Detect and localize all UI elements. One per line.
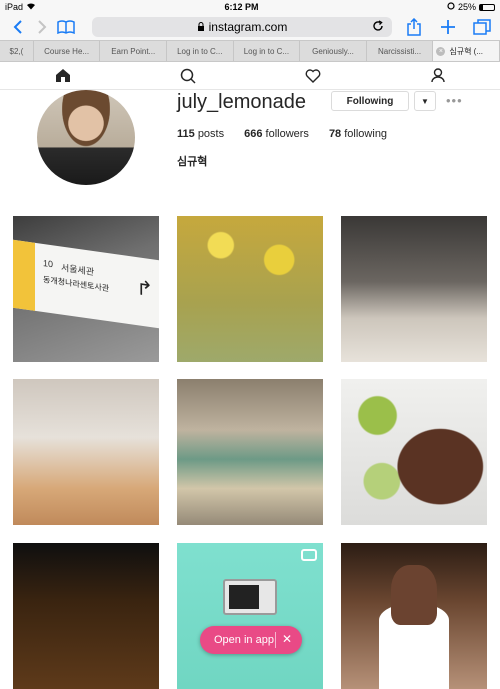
close-tab-icon[interactable]: ×: [436, 46, 446, 56]
divider: [275, 632, 276, 648]
browser-tab[interactable]: Log in to C...: [234, 41, 301, 61]
back-icon[interactable]: [6, 16, 30, 38]
tab-strip: $2,( Course He... Earn Point... Log in t…: [0, 40, 500, 62]
post-thumbnail[interactable]: [341, 543, 487, 689]
post-thumbnail[interactable]: [177, 216, 323, 362]
profile-stats: 115 posts 666 followers 78 following: [177, 128, 407, 140]
instagram-nav: [0, 62, 500, 90]
alarm-icon: [447, 2, 455, 12]
address-bar[interactable]: instagram.com: [92, 17, 392, 37]
share-icon[interactable]: [402, 16, 426, 38]
browser-tab[interactable]: Course He...: [34, 41, 101, 61]
browser-tab[interactable]: Earn Point...: [100, 41, 167, 61]
profile-username: july_lemonade: [177, 91, 306, 113]
wifi-icon: [26, 2, 36, 12]
video-icon: [301, 549, 317, 561]
heart-icon[interactable]: [303, 66, 323, 86]
posts-count: 115: [177, 128, 195, 140]
suggestions-dropdown-button[interactable]: ▼: [414, 91, 436, 111]
open-in-app-button[interactable]: Open in app ✕: [200, 626, 302, 654]
post-thumbnail[interactable]: [177, 543, 323, 689]
active-tab-label: 심규혁 (...: [449, 46, 484, 56]
browser-tab-active[interactable]: × 심규혁 (...: [433, 41, 500, 61]
browser-tab[interactable]: $2,(: [0, 41, 34, 61]
followers-count: 666: [244, 128, 263, 140]
arrow-icon: ↱: [136, 277, 153, 302]
status-time: 6:12 PM: [224, 2, 259, 12]
post-thumbnail[interactable]: [13, 379, 159, 525]
browser-tab[interactable]: Narcissisti...: [367, 41, 434, 61]
open-in-app-label: Open in app: [214, 634, 274, 646]
post-thumbnail[interactable]: [341, 216, 487, 362]
safari-toolbar: instagram.com: [0, 14, 500, 40]
profile-header: july_lemonade Following ▼ ••• 115 posts …: [0, 90, 500, 213]
battery-percent: 25%: [457, 2, 476, 12]
subway-sign: 10 서울세관 동개청나라센토사관 ↱: [13, 239, 159, 329]
followers-stat[interactable]: 666 followers: [244, 128, 309, 140]
profile-fullname: 심규혁: [177, 156, 208, 168]
browser-tab[interactable]: Geniously...: [300, 41, 367, 61]
search-icon[interactable]: [178, 66, 198, 86]
post-thumbnail[interactable]: [13, 543, 159, 689]
avatar[interactable]: [37, 90, 135, 185]
new-tab-icon[interactable]: [436, 16, 460, 38]
following-count: 78: [328, 128, 342, 140]
posts-stat: 115 posts: [177, 128, 224, 140]
following-stat[interactable]: 78 following: [329, 128, 387, 140]
url-text: instagram.com: [208, 20, 288, 34]
battery-icon: [478, 3, 495, 11]
reload-icon[interactable]: [372, 19, 384, 35]
home-icon[interactable]: [53, 66, 73, 86]
more-options-icon[interactable]: •••: [446, 93, 463, 108]
following-button[interactable]: Following: [331, 91, 409, 111]
subway-sign-title: 서울세관: [61, 262, 95, 278]
browser-tab[interactable]: Log in to C...: [167, 41, 234, 61]
photo-grid: 10 서울세관 동개청나라센토사관 ↱: [0, 216, 500, 689]
subway-sign-subtitle: 동개청나라센토사관: [43, 274, 110, 294]
caret-down-icon: ▼: [421, 96, 429, 106]
status-bar: iPad 6:12 PM 25%: [0, 0, 500, 14]
bookmarks-icon[interactable]: [54, 16, 78, 38]
lock-icon: [197, 21, 205, 33]
tabs-overview-icon[interactable]: [470, 16, 494, 38]
post-thumbnail[interactable]: [341, 379, 487, 525]
close-icon[interactable]: ✕: [282, 632, 292, 646]
subway-line-number: 10: [43, 257, 54, 270]
following-label: following: [344, 128, 388, 140]
post-thumbnail[interactable]: [177, 379, 323, 525]
forward-icon[interactable]: [30, 16, 54, 38]
ice-cream-illustration: [391, 565, 437, 625]
tv-illustration: [223, 579, 277, 615]
followers-label: followers: [265, 128, 309, 140]
device-label: iPad: [5, 2, 24, 12]
profile-icon[interactable]: [428, 66, 448, 86]
posts-label: posts: [197, 128, 225, 140]
post-thumbnail[interactable]: 10 서울세관 동개청나라센토사관 ↱: [13, 216, 159, 362]
